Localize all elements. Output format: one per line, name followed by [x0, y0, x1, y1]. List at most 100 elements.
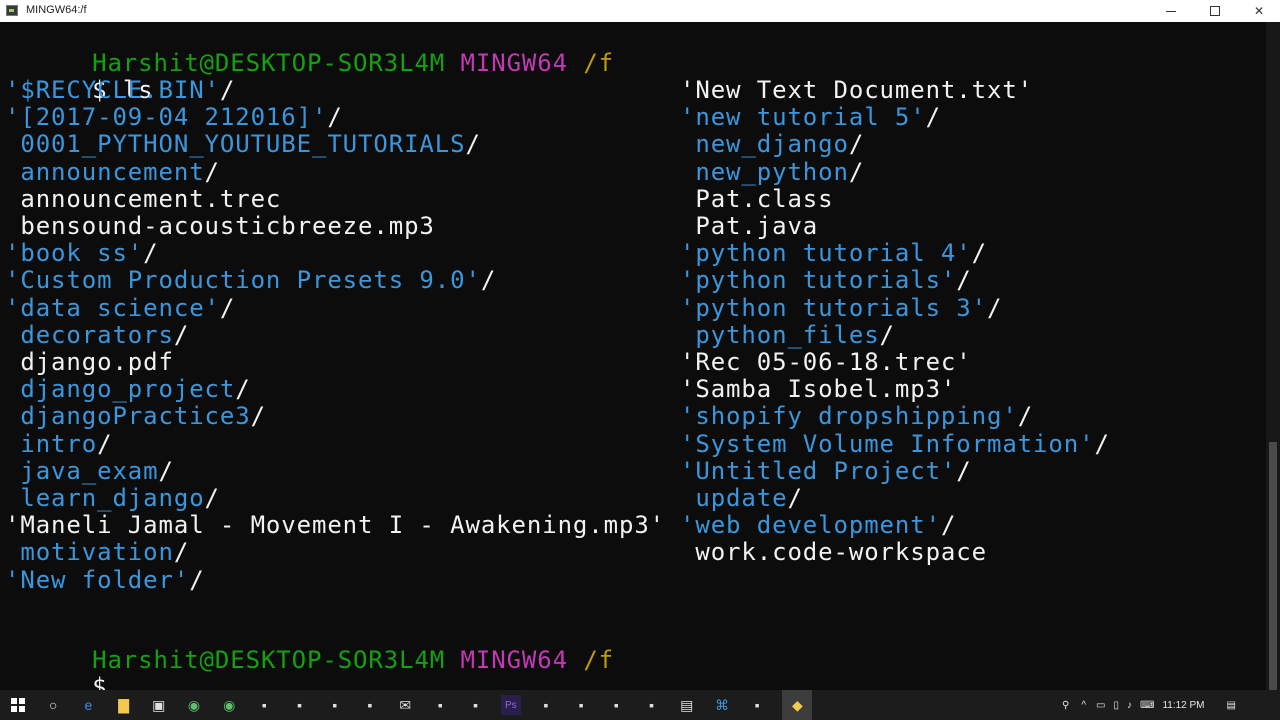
directory-entry: announcement/	[5, 157, 220, 186]
directory-entry: djangoPractice3/	[5, 403, 266, 430]
app-icon[interactable]: ▪	[360, 695, 380, 715]
windows-taskbar: ○ e ▇ ▣ ◉ ◉ ▪ ▪ ▪ ▪ ✉ ▪ ▪ Ps ▪ ▪ ▪ ▪ ▤ ⌘ ▪ ◆ ⚲ ^ ▭ ▯ ♪ ⌨ 11:1…	[0, 690, 1280, 720]
directory-entry: django_project/	[5, 376, 251, 403]
entry-name: announcement.trec	[5, 184, 282, 213]
app-icon[interactable]: ▪	[325, 695, 345, 715]
entry-name: 0001_PYTHON_YOUTUBE_TUTORIALS	[5, 130, 466, 159]
entry-suffix: /	[940, 511, 957, 540]
scrollbar-thumb[interactable]	[1269, 442, 1277, 690]
entry-name: 'python tutorials'	[680, 266, 957, 295]
notification-icon[interactable]: ▤	[1227, 700, 1236, 711]
directory-entry: 'data science'/	[5, 293, 236, 322]
entry-suffix: /	[848, 157, 865, 186]
entry-suffix: /	[787, 484, 803, 512]
vertical-scrollbar[interactable]	[1266, 22, 1280, 690]
app-icon[interactable]: ▪	[571, 695, 591, 715]
input-line[interactable]: $	[0, 647, 107, 691]
keyboard-icon[interactable]: ⌨	[1140, 700, 1154, 711]
windows-start-icon[interactable]	[8, 695, 28, 715]
entry-suffix: /	[219, 76, 236, 104]
app-icon[interactable]: ▪	[466, 695, 486, 715]
battery-icon[interactable]: ▯	[1113, 700, 1119, 711]
app-icon[interactable]: ▪	[536, 695, 556, 715]
entry-suffix: /	[986, 293, 1003, 322]
volume-icon[interactable]: ♪	[1127, 700, 1132, 711]
directory-entry: 'new tutorial 5'/	[680, 104, 941, 131]
directory-entry: learn_django/	[5, 485, 220, 512]
chrome-icon[interactable]: ◉	[184, 695, 204, 715]
prompt-shell: MINGW64	[460, 49, 568, 77]
mail-icon[interactable]: ✉	[395, 695, 415, 715]
system-tray: ⚲ ^ ▭ ▯ ♪ ⌨ 11:12 PM ▤	[1062, 690, 1236, 720]
directory-entry: '$RECYCLE.BIN'/	[5, 77, 235, 104]
entry-name: update	[680, 484, 788, 512]
file-entry: 'Rec 05-06-18.trec'	[680, 349, 972, 376]
entry-name: Pat.class	[680, 184, 834, 213]
entry-name: 'python tutorials 3'	[680, 293, 987, 322]
directory-entry: java_exam/	[5, 457, 174, 485]
prompt-path: /f	[583, 646, 615, 674]
entry-name: 'Rec 05-06-18.trec'	[680, 348, 972, 376]
app-icon[interactable]: ▪	[254, 695, 274, 715]
git-bash-icon[interactable]: ◆	[782, 690, 813, 720]
app-icon[interactable]: ▪	[606, 695, 626, 715]
file-entry: django.pdf	[5, 349, 174, 376]
file-explorer-icon[interactable]: ▇	[114, 695, 134, 715]
entry-suffix: /	[189, 565, 205, 594]
notepad-icon[interactable]: ▤	[677, 695, 697, 715]
app-icon[interactable]: ▪	[290, 695, 310, 715]
entry-name: 'Samba Isobel.mp3'	[680, 375, 957, 404]
search-icon[interactable]: ○	[43, 695, 63, 715]
entry-suffix: /	[219, 293, 236, 322]
file-entry: bensound-acousticbreeze.mp3	[5, 213, 435, 240]
entry-name: learn_django	[5, 484, 205, 512]
store-icon[interactable]: ▣	[149, 695, 169, 715]
entry-name: 'Custom Production Presets 9.0'	[5, 266, 481, 295]
title-bar[interactable]: MINGW64:/f	[0, 0, 1280, 23]
command-line: $ ls	[0, 50, 154, 104]
clock[interactable]: 11:12 PM	[1162, 700, 1204, 711]
entry-name: '[2017-09-04 212016]'	[5, 103, 328, 132]
directory-entry: 'New folder'/	[5, 565, 205, 594]
directory-entry: 'book ss'/	[5, 240, 159, 267]
edge-icon[interactable]: e	[78, 695, 98, 715]
directory-entry: new_django/	[680, 131, 864, 158]
chrome-icon[interactable]: ◉	[219, 695, 239, 715]
entry-name: django.pdf	[5, 348, 174, 376]
file-entry: Pat.java	[680, 213, 818, 240]
entry-suffix: /	[327, 103, 343, 132]
entry-suffix: /	[480, 266, 497, 295]
entry-suffix: /	[1017, 402, 1034, 431]
prompt-shell: MINGW64	[460, 646, 568, 674]
window-title: MINGW64:/f	[26, 4, 87, 16]
directory-entry: 0001_PYTHON_YOUTUBE_TUTORIALS/	[5, 131, 481, 158]
vscode-icon[interactable]: ⌘	[712, 695, 732, 715]
file-entry: Pat.class	[680, 184, 834, 213]
terminal-output[interactable]: Harshit@DESKTOP-SOR3L4M MINGW64 /f $ ls …	[0, 22, 1266, 690]
maximize-button[interactable]	[1196, 0, 1234, 22]
directory-entry: motivation/	[5, 539, 189, 566]
chevron-up-icon[interactable]: ^	[1081, 700, 1086, 711]
directory-entry: 'Custom Production Presets 9.0'/	[5, 267, 496, 294]
directory-entry: '[2017-09-04 212016]'/	[5, 104, 343, 131]
directory-entry: 'System Volume Information'/	[680, 429, 1110, 458]
network-icon[interactable]: ▭	[1096, 700, 1105, 711]
prompt-symbol: $	[92, 673, 108, 691]
file-entry: 'Maneli Jamal - Movement I - Awakening.m…	[5, 512, 665, 539]
prompt-line-2: Harshit@DESKTOP-SOR3L4M MINGW64 /f	[0, 620, 614, 674]
entry-name: 'python tutorial 4'	[680, 239, 972, 268]
entry-name: 'web development'	[680, 511, 941, 540]
entry-name: 'System Volume Information'	[680, 429, 1095, 458]
people-icon[interactable]: ⚲	[1062, 700, 1069, 711]
app-icon[interactable]: ▪	[747, 695, 767, 715]
terminal-window: MINGW64:/f Harshit@DESKTOP-SOR3L4M MINGW…	[0, 0, 1280, 690]
entry-name: announcement	[5, 157, 205, 186]
entry-name: 'book ss'	[5, 239, 144, 268]
minimize-button[interactable]	[1152, 0, 1190, 22]
app-icon[interactable]: ▪	[430, 695, 450, 715]
photoshop-icon[interactable]: Ps	[500, 695, 521, 715]
app-icon[interactable]: ▪	[642, 695, 662, 715]
entry-suffix: /	[235, 375, 251, 404]
close-button[interactable]	[1240, 0, 1278, 22]
file-entry: work.code-workspace	[680, 539, 987, 566]
